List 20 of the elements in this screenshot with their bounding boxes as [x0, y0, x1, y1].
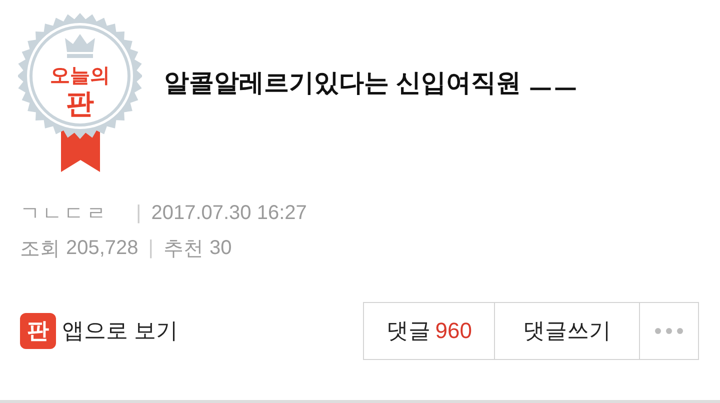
likes-count: 30: [210, 237, 232, 260]
comments-label: 댓글: [386, 317, 430, 345]
views-label: 조회: [20, 237, 60, 262]
post-title: 알콜알레르기있다는 신입여직원 ㅡㅡ: [164, 68, 578, 98]
more-button[interactable]: [639, 302, 699, 360]
views-count: 205,728: [66, 237, 138, 260]
badge-label: 오늘의: [49, 66, 111, 86]
post-date: 2017.07.30 16:27: [151, 202, 307, 225]
comments-button[interactable]: 댓글 960: [363, 302, 495, 360]
likes-label: 추천: [164, 237, 204, 262]
badge-label: 판: [65, 90, 95, 118]
comments-count: 960: [435, 318, 472, 344]
app-link[interactable]: 판 앱으로 보기: [20, 313, 178, 349]
more-icon: [654, 327, 684, 335]
app-icon: 판: [20, 313, 56, 349]
app-link-label: 앱으로 보기: [62, 317, 178, 345]
write-comment-button[interactable]: 댓글쓰기: [494, 302, 640, 360]
separator: |: [136, 202, 142, 225]
author-name: ㄱㄴㄷㄹ: [20, 202, 108, 227]
separator: |: [148, 237, 154, 260]
